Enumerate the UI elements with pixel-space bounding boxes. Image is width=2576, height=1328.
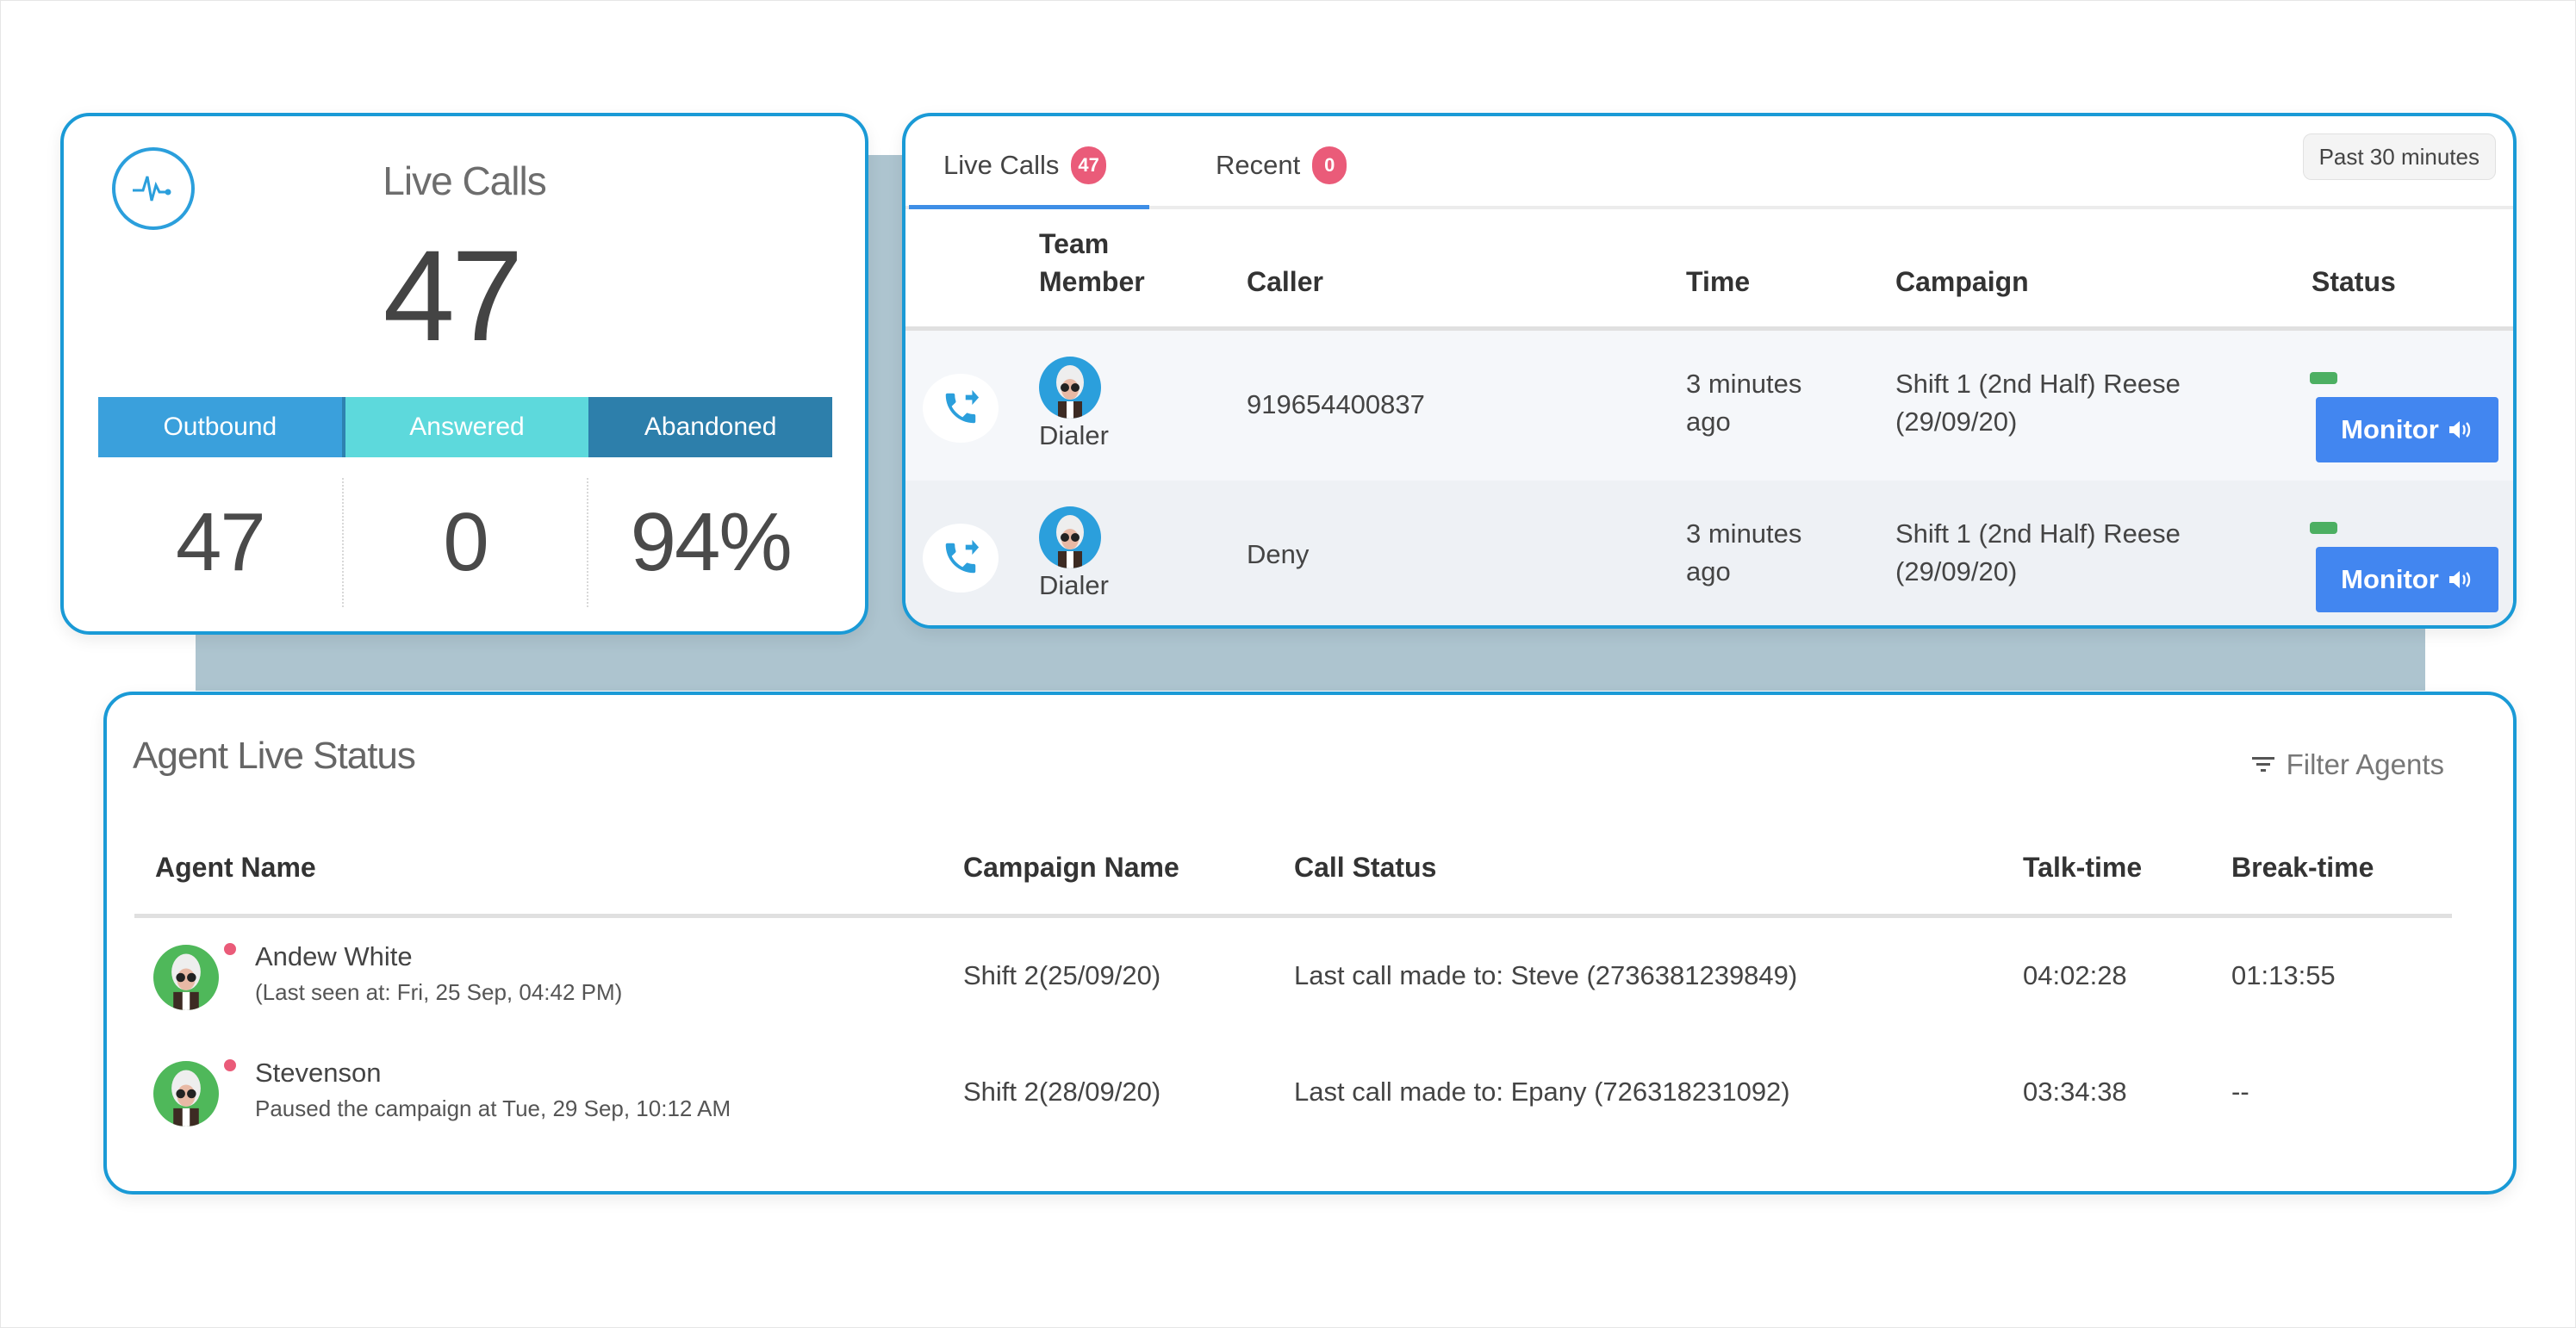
stat-answered: 0 bbox=[341, 478, 588, 607]
break-time: 01:13:55 bbox=[2231, 960, 2336, 990]
call-type-legend: Outbound Answered Abandoned bbox=[98, 397, 833, 457]
campaign: Shift 1 (2nd Half) Reese (29/09/20) bbox=[1895, 369, 2181, 437]
live-calls-panel: Live Calls 47 Recent 0 Past 30 minutes T… bbox=[902, 113, 2517, 629]
tab-bar: Live Calls 47 Recent 0 Past 30 minutes bbox=[905, 116, 2513, 209]
legend-outbound: Outbound bbox=[98, 397, 342, 457]
speaker-icon bbox=[2448, 421, 2471, 438]
monitor-button[interactable]: Monitor bbox=[2316, 397, 2498, 462]
filter-label: Filter Agents bbox=[2286, 748, 2444, 780]
tab-label: Live Calls bbox=[943, 150, 1060, 180]
monitor-button[interactable]: Monitor bbox=[2316, 547, 2498, 612]
campaign-name: Shift 2(28/09/20) bbox=[963, 1077, 1161, 1107]
agent-name: Andew White bbox=[255, 941, 413, 971]
agent-subtitle: Paused the campaign at Tue, 29 Sep, 10:1… bbox=[255, 1095, 731, 1121]
filter-agents-button[interactable]: Filter Agents bbox=[2251, 748, 2444, 781]
agent-row: Andew White (Last seen at: Fri, 25 Sep, … bbox=[134, 934, 2452, 1046]
call-status: Last call made to: Steve (2736381239849) bbox=[1294, 960, 1798, 990]
outgoing-call-icon bbox=[923, 374, 999, 443]
live-calls-summary-card: Live Calls 47 Outbound Answered Abandone… bbox=[60, 113, 868, 635]
panel-title: Agent Live Status bbox=[133, 735, 416, 777]
agents-table-header: Agent Name Campaign Name Call Status Tal… bbox=[134, 841, 2452, 918]
avatar bbox=[153, 1061, 219, 1126]
agent-live-status-panel: Agent Live Status Filter Agents Agent Na… bbox=[103, 692, 2517, 1195]
column-time: Time bbox=[1686, 266, 1751, 297]
member-name: Dialer bbox=[1039, 570, 1109, 600]
outgoing-call-icon bbox=[923, 524, 999, 593]
speaker-icon bbox=[2448, 571, 2471, 588]
stat-abandoned: 94% bbox=[587, 478, 832, 607]
table-row: Dialer 919654400837 3 minutes ago Shift … bbox=[905, 331, 2513, 481]
caller: 919654400837 bbox=[1247, 389, 1425, 419]
summary-total-count: 47 bbox=[383, 223, 524, 368]
call-status: Last call made to: Epany (726318231092) bbox=[1294, 1077, 1790, 1107]
column-talk-time: Talk-time bbox=[2023, 852, 2143, 883]
agent-subtitle: (Last seen at: Fri, 25 Sep, 04:42 PM) bbox=[255, 979, 623, 1005]
column-agent-name: Agent Name bbox=[155, 852, 316, 883]
avatar bbox=[1039, 506, 1101, 568]
status-indicator bbox=[2310, 522, 2337, 534]
legend-answered: Answered bbox=[341, 397, 589, 457]
talk-time: 03:34:38 bbox=[2023, 1077, 2127, 1107]
break-time: -- bbox=[2231, 1077, 2249, 1107]
presence-indicator bbox=[224, 1059, 236, 1071]
column-status: Status bbox=[2312, 266, 2396, 297]
monitor-label: Monitor bbox=[2341, 564, 2439, 594]
agent-row: Stevenson Paused the campaign at Tue, 29… bbox=[134, 1051, 2452, 1163]
column-team-member: Team Member bbox=[1039, 228, 1145, 297]
tab-label: Recent bbox=[1216, 150, 1301, 180]
member-name: Dialer bbox=[1039, 420, 1109, 450]
campaign-name: Shift 2(25/09/20) bbox=[963, 960, 1161, 990]
caller: Deny bbox=[1247, 539, 1310, 569]
legend-abandoned: Abandoned bbox=[588, 397, 833, 457]
monitor-label: Monitor bbox=[2341, 414, 2439, 444]
table-row: Dialer Deny 3 minutes ago Shift 1 (2nd H… bbox=[905, 481, 2513, 625]
status-indicator bbox=[2310, 372, 2337, 384]
time-range-button[interactable]: Past 30 minutes bbox=[2302, 133, 2496, 180]
column-campaign: Campaign bbox=[1895, 266, 2029, 297]
filter-icon bbox=[2251, 757, 2274, 772]
tab-recent[interactable]: Recent 0 bbox=[1216, 135, 1347, 195]
campaign: Shift 1 (2nd Half) Reese (29/09/20) bbox=[1895, 518, 2181, 586]
avatar bbox=[153, 945, 219, 1010]
team-member: Dialer bbox=[1039, 357, 1142, 451]
avatar bbox=[1039, 357, 1101, 419]
call-time: 3 minutes ago bbox=[1686, 518, 1802, 586]
column-caller: Caller bbox=[1247, 266, 1323, 297]
column-campaign-name: Campaign Name bbox=[963, 852, 1179, 883]
presence-indicator bbox=[224, 943, 236, 955]
column-call-status: Call Status bbox=[1294, 852, 1437, 883]
call-time: 3 minutes ago bbox=[1686, 369, 1802, 437]
stat-outbound: 47 bbox=[175, 496, 266, 588]
call-stats: 47 0 94% bbox=[98, 478, 832, 607]
talk-time: 04:02:28 bbox=[2023, 960, 2127, 990]
tab-live-calls[interactable]: Live Calls 47 bbox=[909, 135, 1149, 209]
column-break-time: Break-time bbox=[2231, 852, 2374, 883]
count-badge: 47 bbox=[1071, 146, 1106, 184]
agent-name: Stevenson bbox=[255, 1058, 382, 1088]
team-member: Dialer bbox=[1039, 506, 1142, 601]
summary-title: Live Calls bbox=[383, 158, 546, 203]
count-badge: 0 bbox=[1312, 146, 1347, 184]
live-calls-table-header: Team Member Caller Time Campaign Status bbox=[905, 209, 2513, 331]
